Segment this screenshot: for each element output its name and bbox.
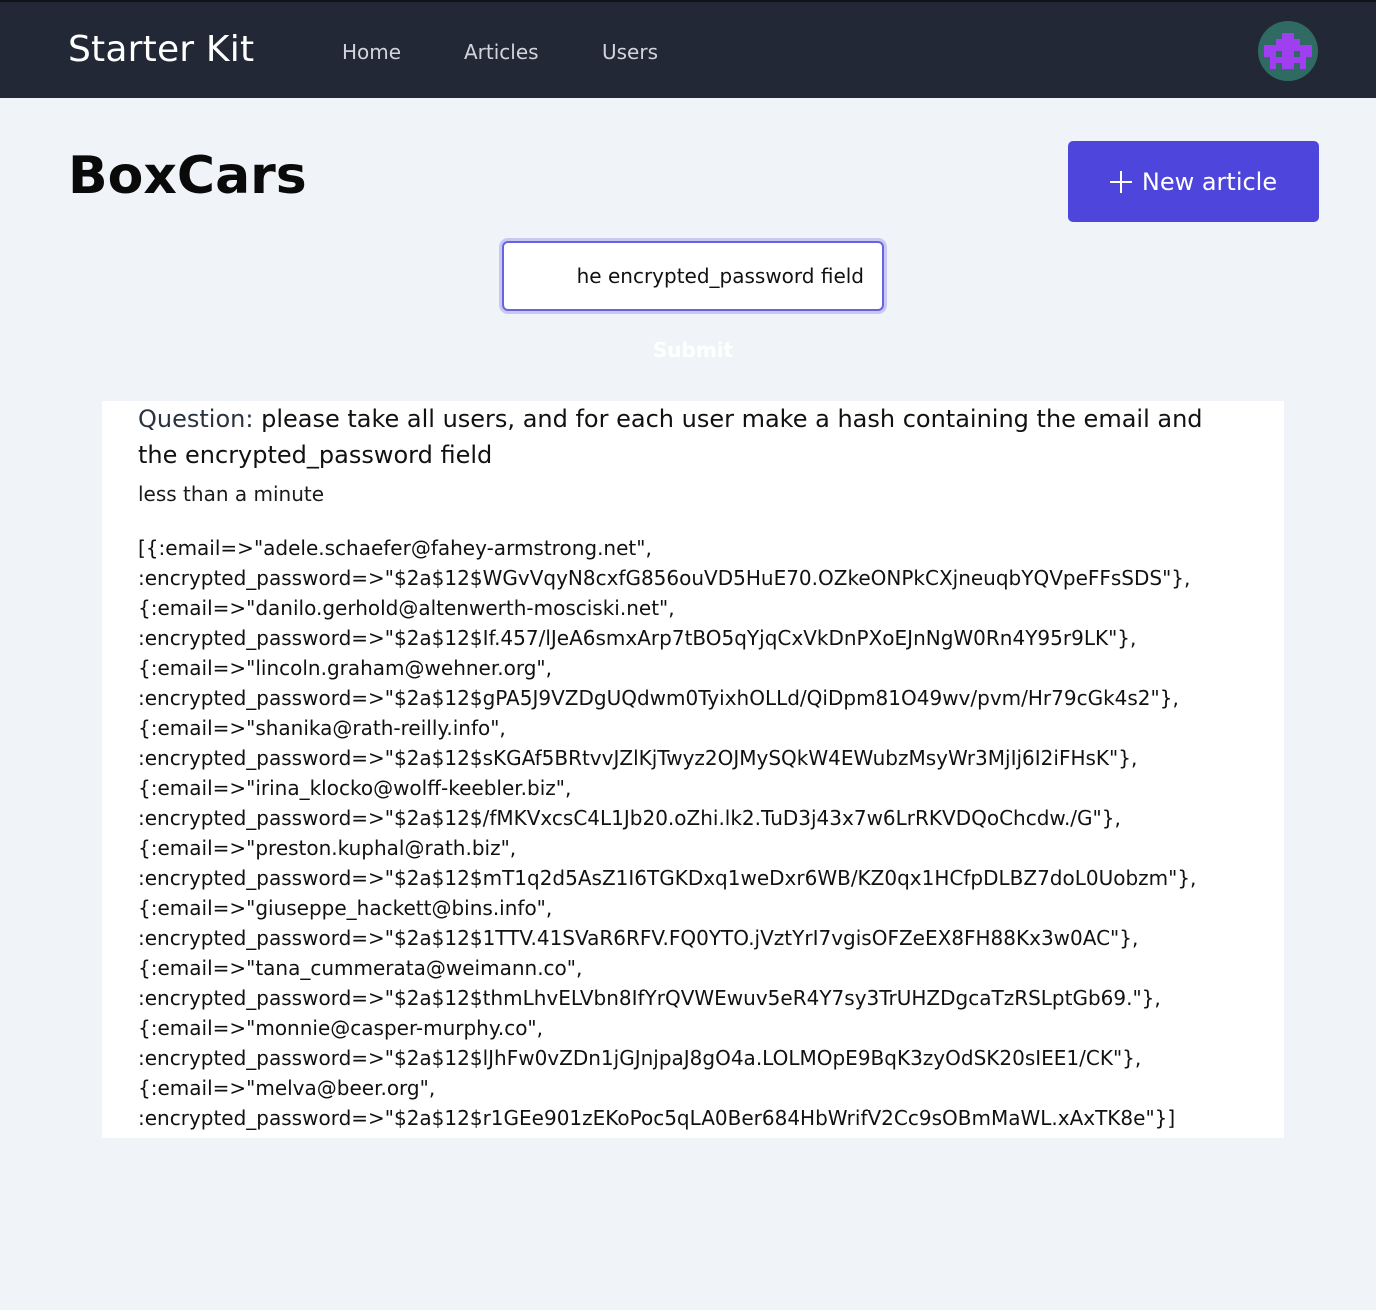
result-line: {:email=>"lincoln.graham@wehner.org", (138, 656, 552, 680)
result-line: :encrypted_password=>"$2a$12$/fMKVxcsC4L… (138, 806, 1121, 830)
result-panel: Question: please take all users, and for… (102, 401, 1284, 1138)
result-line: {:email=>"danilo.gerhold@altenwerth-mosc… (138, 596, 675, 620)
nav-link-home[interactable]: Home (342, 40, 401, 64)
result-line: {:email=>"giuseppe_hackett@bins.info", (138, 896, 553, 920)
result-line: {:email=>"shanika@rath-reilly.info", (138, 716, 506, 740)
nav-link-articles[interactable]: Articles (464, 40, 539, 64)
result-line: [{:email=>"adele.schaefer@fahey-armstron… (138, 536, 652, 560)
result-line: {:email=>"melva@beer.org", (138, 1076, 436, 1100)
submit-button[interactable]: Submit (620, 334, 766, 366)
result-output: [{:email=>"adele.schaefer@fahey-armstron… (138, 533, 1248, 1133)
question-body: please take all users, and for each user… (138, 405, 1203, 469)
elapsed-time: less than a minute (138, 482, 325, 506)
question-label: Question: (138, 405, 254, 433)
result-line: :encrypted_password=>"$2a$12$r1GEe901zEK… (138, 1106, 1176, 1130)
nav-link-users[interactable]: Users (602, 40, 658, 64)
result-line: :encrypted_password=>"$2a$12$gPA5J9VZDgU… (138, 686, 1179, 710)
result-line: {:email=>"monnie@casper-murphy.co", (138, 1016, 543, 1040)
result-line: :encrypted_password=>"$2a$12$WGvVqyN8cxf… (138, 566, 1191, 590)
plus-icon (1109, 170, 1132, 193)
result-line: :encrypted_password=>"$2a$12$thmLhvELVbn… (138, 986, 1161, 1010)
question-text: Question: please take all users, and for… (138, 401, 1248, 473)
result-line: {:email=>"tana_cummerata@weimann.co", (138, 956, 583, 980)
question-input[interactable] (502, 241, 884, 311)
new-article-button[interactable]: New article (1068, 141, 1319, 222)
identicon-avatar-icon (1264, 33, 1312, 69)
result-line: :encrypted_password=>"$2a$12$lJhFw0vZDn1… (138, 1046, 1142, 1070)
result-line: :encrypted_password=>"$2a$12$mT1q2d5AsZ1… (138, 866, 1197, 890)
top-navbar: Starter Kit Home Articles Users (0, 0, 1376, 98)
brand-link[interactable]: Starter Kit (68, 30, 254, 70)
user-avatar[interactable] (1258, 21, 1318, 81)
result-line: :encrypted_password=>"$2a$12$sKGAf5BRtvv… (138, 746, 1138, 770)
result-line: :encrypted_password=>"$2a$12$1TTV.41SVaR… (138, 926, 1139, 950)
page-title: BoxCars (68, 146, 307, 206)
new-article-label: New article (1141, 167, 1278, 196)
result-line: :encrypted_password=>"$2a$12$If.457/lJeA… (138, 626, 1137, 650)
result-line: {:email=>"irina_klocko@wolff-keebler.biz… (138, 776, 572, 800)
result-line: {:email=>"preston.kuphal@rath.biz", (138, 836, 517, 860)
